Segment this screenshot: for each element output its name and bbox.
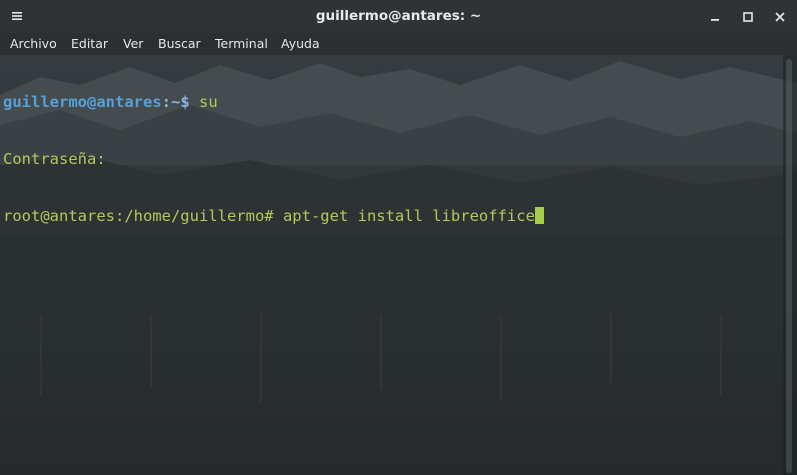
scrollbar-thumb[interactable] — [786, 59, 792, 473]
close-icon[interactable] — [771, 8, 789, 26]
menu-ver[interactable]: Ver — [123, 36, 143, 51]
command-text: root@antares:/home/guillermo# apt-get in… — [3, 207, 535, 225]
window-title: guillermo@antares: ~ — [315, 8, 482, 24]
menu-ayuda[interactable]: Ayuda — [281, 36, 320, 51]
menu-terminal[interactable]: Terminal — [215, 36, 268, 51]
menu-buscar[interactable]: Buscar — [158, 36, 201, 51]
terminal-output[interactable]: guillermo@antares:~$ su Contraseña: root… — [3, 55, 544, 264]
prompt-symbol: $ — [180, 93, 199, 111]
menu-bar: Archivo Editar Ver Buscar Terminal Ayuda — [0, 33, 797, 55]
terminal-line: Contraseña: — [3, 150, 106, 168]
prompt-separator: : — [161, 93, 171, 111]
terminal-area[interactable]: guillermo@antares:~$ su Contraseña: root… — [0, 55, 797, 475]
text-cursor — [534, 207, 544, 224]
prompt-user: guillermo@antares — [3, 93, 162, 111]
terminal-window: guillermo@antares: ~ Archivo Editar Ver … — [0, 0, 797, 475]
prompt-path: ~ — [170, 93, 181, 111]
menu-archivo[interactable]: Archivo — [10, 36, 57, 51]
menu-editar[interactable]: Editar — [71, 36, 108, 51]
title-bar: guillermo@antares: ~ — [0, 0, 797, 33]
maximize-icon[interactable] — [739, 8, 757, 26]
terminal-line: root@antares:/home/guillermo# apt-get in… — [3, 207, 544, 226]
command-text: su — [199, 93, 218, 111]
terminal-line: guillermo@antares:~$ su — [3, 93, 544, 112]
minimize-icon[interactable] — [706, 8, 724, 26]
